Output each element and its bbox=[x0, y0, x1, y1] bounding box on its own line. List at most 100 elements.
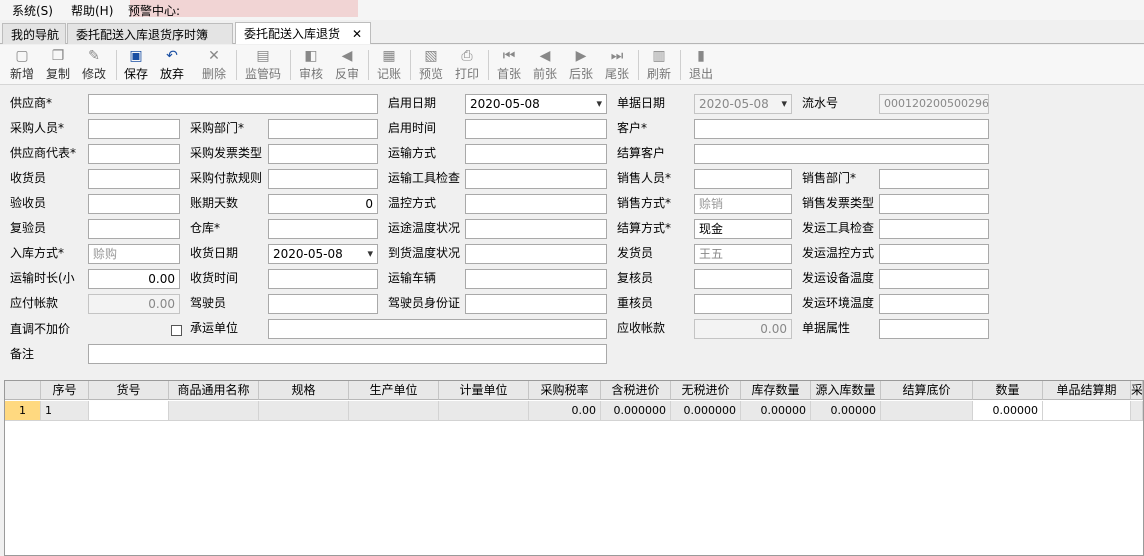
grid-header[interactable]: 货号 bbox=[89, 381, 169, 400]
vehicle-input[interactable] bbox=[465, 269, 607, 289]
grid-cell[interactable]: 0.00000 bbox=[811, 401, 881, 421]
reviewer-input[interactable] bbox=[694, 269, 792, 289]
sales-dept-input[interactable] bbox=[879, 169, 989, 189]
ship-vehicle-check-input[interactable] bbox=[879, 219, 989, 239]
approve-button[interactable]: ◧ 审核 bbox=[296, 47, 326, 83]
inspector-input[interactable] bbox=[88, 194, 180, 214]
purchaser-input[interactable] bbox=[88, 119, 180, 139]
menu-help[interactable]: 帮助(H) bbox=[71, 2, 113, 19]
grid-header[interactable]: 规格 bbox=[259, 381, 349, 400]
edit-button[interactable]: ✎ 修改 bbox=[79, 47, 109, 83]
settle-customer-input[interactable] bbox=[694, 144, 989, 164]
grid-cell[interactable] bbox=[89, 401, 169, 421]
sales-mode-input[interactable]: 赊销 bbox=[694, 194, 792, 214]
exit-button[interactable]: ▮ 退出 bbox=[686, 47, 716, 83]
grid-corner[interactable] bbox=[5, 381, 41, 400]
ship-env-temp-input[interactable] bbox=[879, 294, 989, 314]
enable-time-input[interactable] bbox=[465, 119, 607, 139]
grid-cell[interactable]: 0.000000 bbox=[601, 401, 671, 421]
grid-header[interactable]: 源入库数量 bbox=[811, 381, 881, 400]
grid-cell[interactable]: 0.00000 bbox=[973, 401, 1043, 421]
account-days-input[interactable]: 0 bbox=[268, 194, 378, 214]
copy-button[interactable]: ❐ 复制 bbox=[43, 47, 73, 83]
shipper-input[interactable]: 王五 bbox=[694, 244, 792, 264]
warehouse-input[interactable] bbox=[268, 219, 378, 239]
refresh-button[interactable]: ▥ 刷新 bbox=[644, 47, 674, 83]
grid-header[interactable]: 采 bbox=[1131, 381, 1143, 400]
receiver-input[interactable] bbox=[88, 169, 180, 189]
grid-header[interactable]: 商品通用名称 bbox=[169, 381, 259, 400]
settle-mode-input[interactable]: 现金 bbox=[694, 219, 792, 239]
grid-header[interactable]: 结算底价 bbox=[881, 381, 973, 400]
grid-cell[interactable] bbox=[881, 401, 973, 421]
supervision-code-button[interactable]: ▤ 监管码 bbox=[242, 47, 284, 83]
arrival-temp-input[interactable] bbox=[465, 244, 607, 264]
next-record-button[interactable]: ▶ 后张 bbox=[566, 47, 596, 83]
remarks-input[interactable] bbox=[88, 344, 607, 364]
driver-id-input[interactable] bbox=[465, 294, 607, 314]
customer-input[interactable] bbox=[694, 119, 989, 139]
grid-cell[interactable]: 1 bbox=[41, 401, 89, 421]
post-button[interactable]: ▦ 记账 bbox=[374, 47, 404, 83]
row-indicator[interactable]: 1 bbox=[5, 401, 41, 421]
grid-header[interactable]: 库存数量 bbox=[741, 381, 811, 400]
save-button[interactable]: ▣ 保存 bbox=[121, 47, 151, 83]
grid-cell[interactable]: 0.00 bbox=[529, 401, 601, 421]
enable-date-picker[interactable]: 2020-05-08 bbox=[465, 94, 607, 114]
grid-cell[interactable] bbox=[439, 401, 529, 421]
grid-header[interactable]: 计量单位 bbox=[439, 381, 529, 400]
new-button[interactable]: ▢ 新增 bbox=[7, 47, 37, 83]
receive-date-picker[interactable]: 2020-05-08 bbox=[268, 244, 378, 264]
payment-rule-input[interactable] bbox=[268, 169, 378, 189]
tab-return-journal[interactable]: 委托配送入库退货序时簿 bbox=[67, 23, 233, 44]
driver-input[interactable] bbox=[268, 294, 378, 314]
grid-header[interactable]: 序号 bbox=[41, 381, 89, 400]
vehicle-check-input[interactable] bbox=[465, 169, 607, 189]
inbound-mode-input[interactable]: 赊购 bbox=[88, 244, 180, 264]
ship-equip-temp-input[interactable] bbox=[879, 269, 989, 289]
direct-no-markup-checkbox[interactable] bbox=[171, 325, 182, 336]
grid-cell[interactable] bbox=[349, 401, 439, 421]
grid-header[interactable]: 无税进价 bbox=[671, 381, 741, 400]
grid-header[interactable]: 生产单位 bbox=[349, 381, 439, 400]
grid-cell[interactable] bbox=[1043, 401, 1131, 421]
sales-person-input[interactable] bbox=[694, 169, 792, 189]
rechecker2-input[interactable] bbox=[694, 294, 792, 314]
invoice-type-input[interactable] bbox=[268, 144, 378, 164]
discard-button[interactable]: ↶ 放弃 bbox=[157, 47, 187, 83]
close-icon[interactable]: ✕ bbox=[352, 27, 362, 41]
delete-button[interactable]: ✕ 删除 bbox=[199, 47, 229, 83]
first-record-button[interactable]: ⏮ 首张 bbox=[494, 47, 524, 83]
unapprove-button[interactable]: ◀ 反审 bbox=[332, 47, 362, 83]
grid-cell[interactable] bbox=[1131, 401, 1143, 421]
preview-button[interactable]: ▧ 预览 bbox=[416, 47, 446, 83]
supplier-rep-input[interactable] bbox=[88, 144, 180, 164]
grid-cell[interactable] bbox=[169, 401, 259, 421]
grid-header[interactable]: 单品结算期 bbox=[1043, 381, 1131, 400]
print-button[interactable]: ⎙ 打印 bbox=[452, 47, 482, 83]
last-record-button[interactable]: ⏭ 尾张 bbox=[602, 47, 632, 83]
prev-record-button[interactable]: ◀ 前张 bbox=[530, 47, 560, 83]
sales-invoice-type-input[interactable] bbox=[879, 194, 989, 214]
transport-mode-input[interactable] bbox=[465, 144, 607, 164]
receive-time-input[interactable] bbox=[268, 269, 378, 289]
menu-alert-center[interactable]: 预警中心: bbox=[128, 2, 180, 19]
transit-temp-input[interactable] bbox=[465, 219, 607, 239]
rechecker-input[interactable] bbox=[88, 219, 180, 239]
grid-cell[interactable]: 0.00000 bbox=[741, 401, 811, 421]
grid-cell[interactable]: 0.000000 bbox=[671, 401, 741, 421]
grid-cell[interactable] bbox=[259, 401, 349, 421]
transport-hours-input[interactable]: 0.00 bbox=[88, 269, 180, 289]
doc-attr-input[interactable] bbox=[879, 319, 989, 339]
tab-return-entry[interactable]: 委托配送入库退货 ✕ bbox=[235, 22, 371, 44]
grid-header[interactable]: 数量 bbox=[973, 381, 1043, 400]
ship-temp-mode-input[interactable] bbox=[879, 244, 989, 264]
menu-system[interactable]: 系统(S) bbox=[12, 2, 53, 19]
temp-control-input[interactable] bbox=[465, 194, 607, 214]
supplier-input[interactable] bbox=[88, 94, 378, 114]
tab-my-navigation[interactable]: 我的导航 bbox=[2, 23, 66, 44]
carrier-input[interactable] bbox=[268, 319, 607, 339]
grid-header[interactable]: 含税进价 bbox=[601, 381, 671, 400]
purchase-dept-input[interactable] bbox=[268, 119, 378, 139]
grid-header[interactable]: 采购税率 bbox=[529, 381, 601, 400]
